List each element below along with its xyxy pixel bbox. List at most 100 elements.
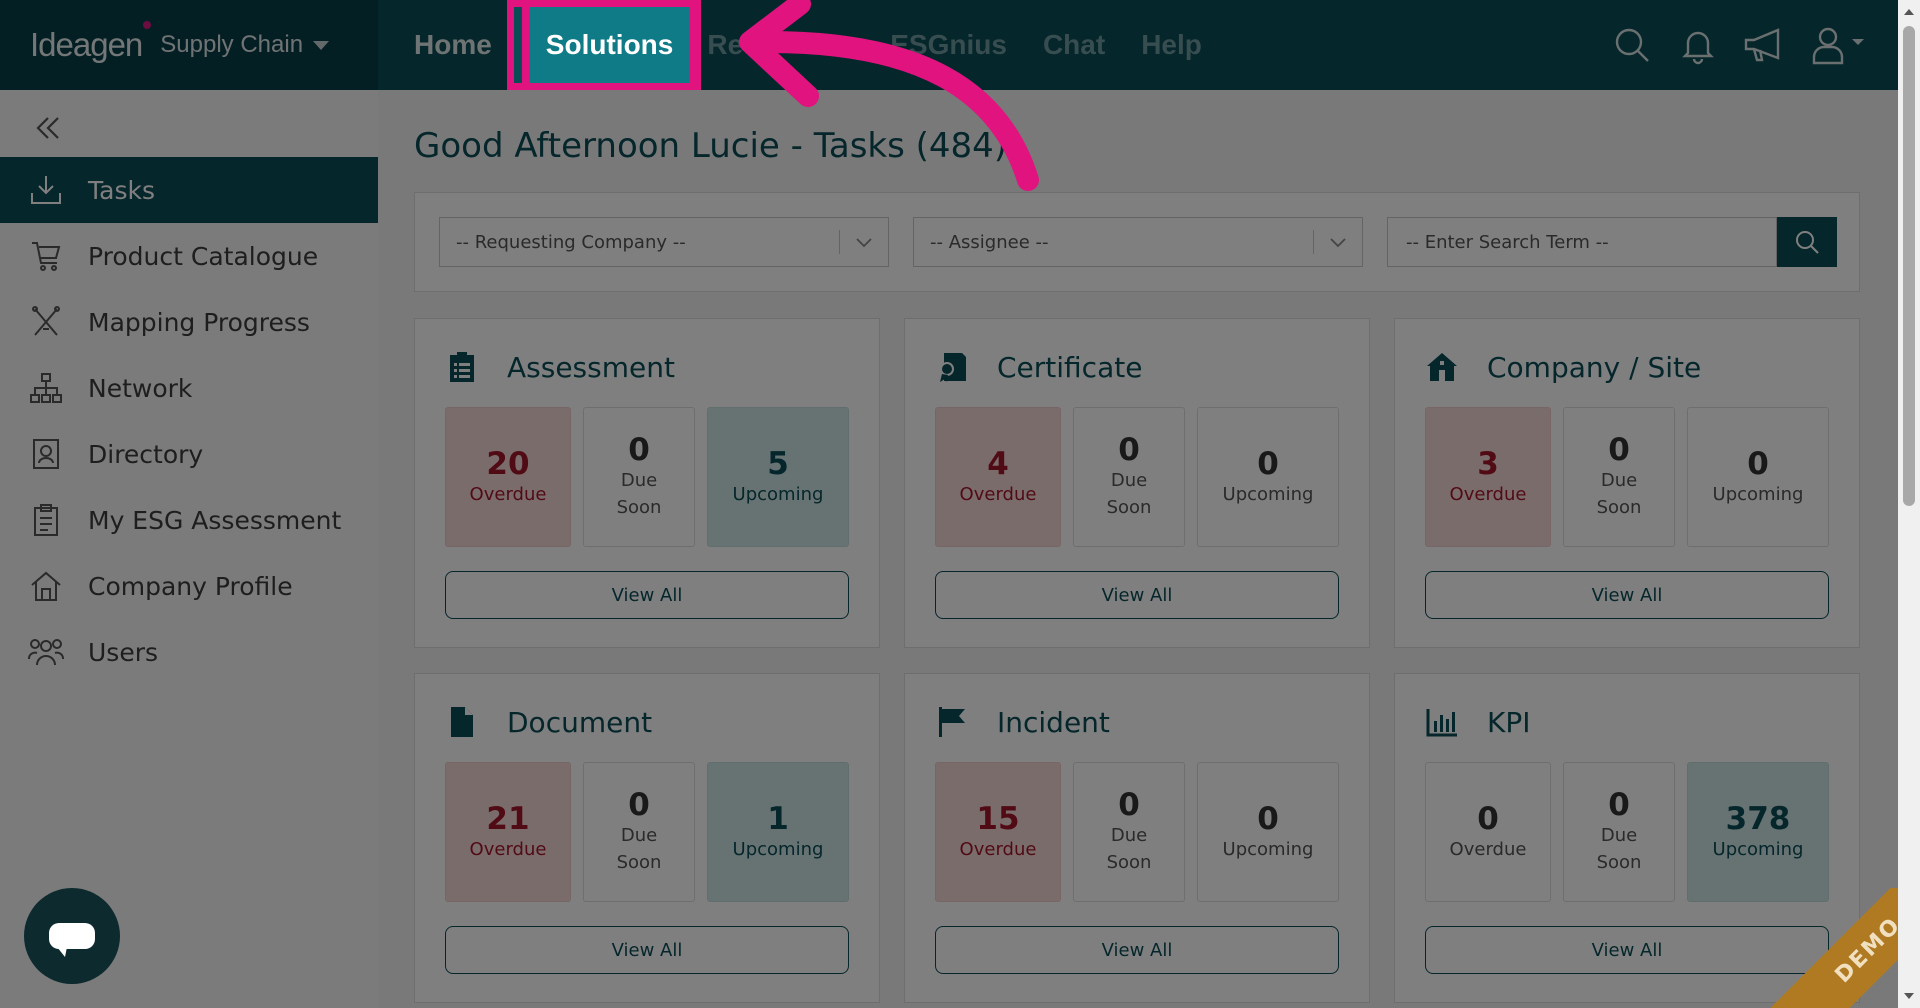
nav-home[interactable]: Home bbox=[414, 0, 492, 90]
view-all-button[interactable]: View All bbox=[445, 926, 849, 974]
chat-widget-button[interactable] bbox=[24, 888, 120, 984]
stat-value: 0 bbox=[1118, 787, 1140, 823]
view-all-button[interactable]: View All bbox=[935, 571, 1339, 619]
sidebar-item-network[interactable]: Network bbox=[0, 355, 378, 421]
scroll-down-icon[interactable] bbox=[1903, 990, 1915, 1002]
bell-icon[interactable] bbox=[1676, 23, 1720, 67]
card-title: Company / Site bbox=[1487, 350, 1702, 384]
stat-label: Overdue bbox=[469, 483, 547, 505]
task-card-incident: Incident 15 Overdue 0 Due Soon 0 Upcoming Vi… bbox=[904, 673, 1370, 1003]
upcoming-stat[interactable]: 5 Upcoming bbox=[707, 407, 849, 547]
sidebar-list: Tasks Product Catalogue Mapping Progress… bbox=[0, 157, 378, 685]
house-icon bbox=[28, 568, 64, 604]
requesting-company-select[interactable]: -- Requesting Company -- bbox=[439, 217, 889, 267]
top-bar: Ideagen Supply Chain Home Solutions Re g… bbox=[0, 0, 1920, 90]
sidebar-item-product-catalogue[interactable]: Product Catalogue bbox=[0, 223, 378, 289]
select-divider bbox=[1313, 230, 1314, 254]
tutorial-highlight-frame bbox=[507, 0, 701, 90]
demo-ribbon: DEMO bbox=[1763, 888, 1898, 1008]
select-placeholder: -- Assignee -- bbox=[930, 231, 1049, 253]
overdue-stat[interactable]: 15 Overdue bbox=[935, 762, 1061, 902]
brand-switcher[interactable]: Ideagen Supply Chain bbox=[0, 0, 378, 90]
due-soon-stat[interactable]: 0 Due Soon bbox=[1073, 407, 1185, 547]
sidebar-item-label: Directory bbox=[88, 439, 204, 469]
certificate-icon bbox=[935, 350, 969, 384]
sidebar-item-my-esg-assessment[interactable]: My ESG Assessment bbox=[0, 487, 378, 553]
view-all-button[interactable]: View All bbox=[935, 926, 1339, 974]
upcoming-stat[interactable]: 0 Upcoming bbox=[1687, 407, 1829, 547]
sidebar-item-mapping-progress[interactable]: Mapping Progress bbox=[0, 289, 378, 355]
filter-bar: -- Requesting Company -- -- Assignee -- … bbox=[414, 192, 1860, 292]
top-icons bbox=[1610, 0, 1872, 90]
megaphone-icon[interactable] bbox=[1742, 23, 1786, 67]
search-button[interactable] bbox=[1777, 217, 1837, 267]
stat-value: 0 bbox=[1608, 432, 1630, 468]
overdue-stat[interactable]: 0 Overdue bbox=[1425, 762, 1551, 902]
stat-label: Upcoming bbox=[1712, 838, 1804, 860]
sidebar-item-company-profile[interactable]: Company Profile bbox=[0, 553, 378, 619]
scroll-up-icon[interactable] bbox=[1903, 6, 1915, 18]
stat-label: Overdue bbox=[469, 838, 547, 860]
due-soon-stat[interactable]: 0 Due Soon bbox=[1563, 762, 1675, 902]
sidebar-item-directory[interactable]: Directory bbox=[0, 421, 378, 487]
sidebar-item-tasks[interactable]: Tasks bbox=[0, 157, 378, 223]
overdue-stat[interactable]: 20 Overdue bbox=[445, 407, 571, 547]
stat-label: Soon bbox=[1596, 852, 1642, 873]
card-title: Document bbox=[507, 705, 653, 739]
stat-label: Overdue bbox=[959, 838, 1037, 860]
task-card-company-site: Company / Site 3 Overdue 0 Due Soon 0 Upcomi… bbox=[1394, 318, 1860, 648]
nav-chat[interactable]: Chat bbox=[1043, 0, 1105, 90]
view-all-button[interactable]: View All bbox=[1425, 571, 1829, 619]
stat-label: Soon bbox=[1106, 497, 1152, 518]
due-soon-stat[interactable]: 0 Due Soon bbox=[583, 762, 695, 902]
overdue-stat[interactable]: 21 Overdue bbox=[445, 762, 571, 902]
stat-label: Upcoming bbox=[732, 838, 824, 860]
select-divider bbox=[839, 230, 840, 254]
stat-value: 0 bbox=[628, 432, 650, 468]
stat-value: 21 bbox=[486, 800, 530, 837]
sidebar: Tasks Product Catalogue Mapping Progress… bbox=[0, 90, 378, 1008]
assignee-select[interactable]: -- Assignee -- bbox=[913, 217, 1363, 267]
upcoming-stat[interactable]: 0 Upcoming bbox=[1197, 407, 1339, 547]
collapse-sidebar-icon[interactable] bbox=[30, 110, 66, 146]
task-card-assessment: Assessment 20 Overdue 0 Due Soon 5 Upcoming … bbox=[414, 318, 880, 648]
stat-label: Due bbox=[1110, 825, 1148, 846]
nav-help[interactable]: Help bbox=[1141, 0, 1202, 90]
stat-label: Soon bbox=[1596, 497, 1642, 518]
due-soon-stat[interactable]: 0 Due Soon bbox=[1073, 762, 1185, 902]
stat-label: Upcoming bbox=[1712, 483, 1804, 505]
user-menu-icon[interactable] bbox=[1808, 23, 1872, 67]
due-soon-stat[interactable]: 0 Due Soon bbox=[583, 407, 695, 547]
main-nav: Home Solutions Re g ESGnius Chat Help bbox=[378, 0, 1202, 90]
scroll-thumb[interactable] bbox=[1903, 26, 1915, 506]
search-icon[interactable] bbox=[1610, 23, 1654, 67]
search-input[interactable]: -- Enter Search Term -- bbox=[1387, 217, 1777, 267]
overdue-stat[interactable]: 3 Overdue bbox=[1425, 407, 1551, 547]
demo-ribbon-wrap: DEMO bbox=[1738, 888, 1898, 1008]
stat-label: Due bbox=[1600, 470, 1638, 491]
stat-value: 1 bbox=[767, 800, 789, 837]
upcoming-stat[interactable]: 378 Upcoming bbox=[1687, 762, 1829, 902]
upcoming-stat[interactable]: 1 Upcoming bbox=[707, 762, 849, 902]
page-scrollbar[interactable] bbox=[1898, 0, 1920, 1008]
nav-reporting-partial[interactable]: Re bbox=[707, 0, 743, 90]
view-all-button[interactable]: View All bbox=[445, 571, 849, 619]
brand-logo: Ideagen bbox=[30, 21, 152, 64]
sidebar-item-label: My ESG Assessment bbox=[88, 505, 342, 535]
nav-esgnius[interactable]: ESGnius bbox=[890, 0, 1007, 90]
stat-label: Upcoming bbox=[732, 483, 824, 505]
upcoming-stat[interactable]: 0 Upcoming bbox=[1197, 762, 1339, 902]
due-soon-stat[interactable]: 0 Due Soon bbox=[1563, 407, 1675, 547]
card-title: Assessment bbox=[507, 350, 675, 384]
stat-label: Upcoming bbox=[1222, 483, 1314, 505]
sidebar-item-users[interactable]: Users bbox=[0, 619, 378, 685]
sidebar-item-label: Product Catalogue bbox=[88, 241, 319, 271]
route-icon bbox=[28, 304, 64, 340]
stat-label: Overdue bbox=[1449, 483, 1527, 505]
stat-label: Due bbox=[1600, 825, 1638, 846]
stat-label: Soon bbox=[616, 497, 662, 518]
nav-reporting-partial-tail[interactable]: g bbox=[851, 0, 868, 90]
overdue-stat[interactable]: 4 Overdue bbox=[935, 407, 1061, 547]
clipboard-icon bbox=[28, 502, 64, 538]
stat-value: 0 bbox=[1608, 787, 1630, 823]
